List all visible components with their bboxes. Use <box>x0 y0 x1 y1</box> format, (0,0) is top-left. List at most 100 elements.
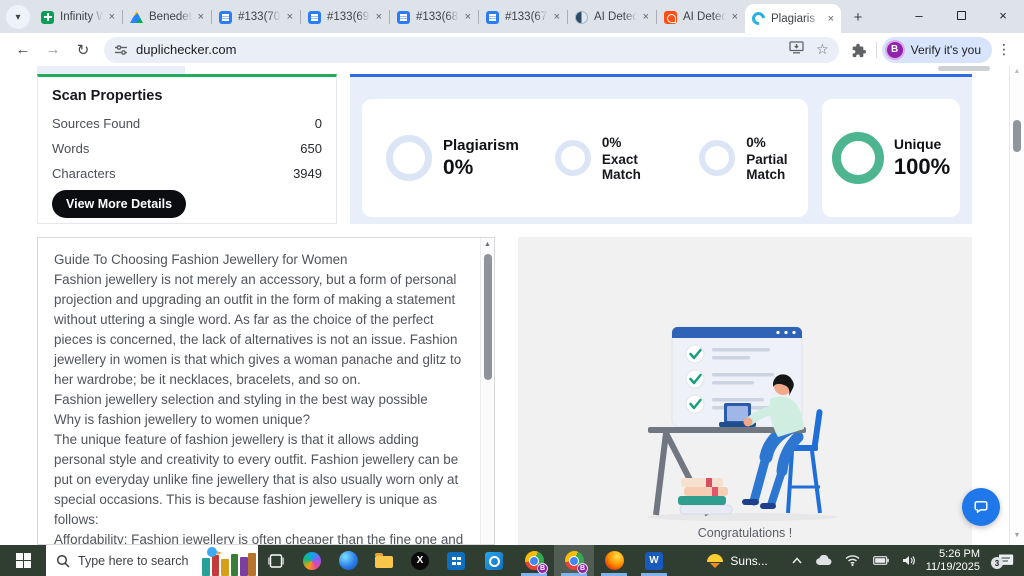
close-icon[interactable]: × <box>732 11 738 23</box>
view-more-details-button[interactable]: View More Details <box>52 190 186 218</box>
outlook-button[interactable] <box>474 545 514 576</box>
close-icon[interactable]: × <box>198 11 204 23</box>
ai-detector-icon <box>575 11 588 24</box>
word-button[interactable]: W <box>634 545 674 576</box>
unique-card: Unique 100% <box>822 99 960 217</box>
tab-doc-133-67[interactable]: #133(67 × <box>479 5 567 29</box>
back-button[interactable]: ← <box>8 36 38 64</box>
browser-menu-button[interactable]: ⋮ <box>992 41 1016 58</box>
battery-icon[interactable] <box>873 556 889 565</box>
article-text-panel[interactable]: Guide To Choosing Fashion Jewellery for … <box>37 237 495 545</box>
partial-match-metric: 0% Partial Match <box>699 135 808 182</box>
onedrive-cloud-icon[interactable] <box>815 555 832 566</box>
close-icon[interactable]: × <box>465 11 471 23</box>
new-tab-button[interactable]: + <box>845 4 871 30</box>
chat-bubble-icon <box>970 496 992 518</box>
unique-value: 100% <box>894 154 950 180</box>
close-window-button[interactable]: × <box>982 0 1024 30</box>
notification-center-button[interactable]: 3 <box>990 553 1020 568</box>
weather-widget[interactable]: Suns... <box>707 554 767 568</box>
chat-widget-button[interactable] <box>962 488 1000 526</box>
tab-plagiarism-active[interactable]: Plagiaris × <box>745 4 841 33</box>
tab-title: #133(67 <box>505 11 548 23</box>
taskbar-search-input[interactable]: Type here to search <box>46 545 258 576</box>
google-docs-icon <box>308 11 321 24</box>
tab-title: Benedet <box>149 11 192 23</box>
reload-button[interactable]: ↻ <box>68 36 98 64</box>
close-icon[interactable]: × <box>376 11 382 23</box>
extensions-icon[interactable] <box>845 42 871 58</box>
address-bar[interactable]: duplichecker.com ☆ <box>104 37 839 63</box>
tab-infinity[interactable]: Infinity W × <box>34 5 122 29</box>
minimize-button[interactable]: – <box>898 0 940 30</box>
tab-ai-detector-1[interactable]: AI Detec × <box>568 5 656 29</box>
task-view-button[interactable] <box>258 545 294 576</box>
profile-chip[interactable]: B Verify it's you <box>882 37 992 63</box>
page-content: Scan Properties Sources Found 0 Words 65… <box>0 66 1024 545</box>
scan-row-value: 650 <box>300 141 322 156</box>
install-icon[interactable] <box>789 40 804 59</box>
tab-benedet[interactable]: Benedet × <box>123 5 211 29</box>
firefox-button[interactable] <box>594 545 634 576</box>
chrome-profile2-button[interactable]: B <box>554 545 594 576</box>
tab-doc-133-68[interactable]: #133(68 × <box>390 5 478 29</box>
tab-strip: ▾ Infinity W × Benedet × #133(70 × #133(… <box>0 0 1024 33</box>
speaker-icon[interactable] <box>902 555 916 566</box>
site-settings-icon[interactable] <box>114 43 128 57</box>
start-button[interactable] <box>0 545 46 576</box>
scroll-up-icon[interactable]: ▲ <box>481 241 494 248</box>
windows-taskbar: Type here to search X B <box>0 545 1024 576</box>
microsoft-store-button[interactable] <box>438 545 474 576</box>
clock-time: 5:26 PM <box>926 548 980 561</box>
x-app-button[interactable]: X <box>402 545 438 576</box>
x-icon: X <box>411 552 429 570</box>
chrome-profile1-button[interactable]: B <box>514 545 554 576</box>
article-scrollbar[interactable]: ▲ <box>480 238 494 544</box>
article-scrollbar-thumb[interactable] <box>484 254 492 380</box>
page-scrollbar-thumb[interactable] <box>1013 120 1021 152</box>
tab-search-chevron-button[interactable]: ▾ <box>6 5 30 29</box>
weather-label: Suns... <box>730 554 767 568</box>
article-paragraph: The unique feature of fashion jewellery … <box>54 430 464 530</box>
tab-title: Plagiaris <box>771 13 822 25</box>
congratulations-text: Congratulations ! <box>518 526 972 540</box>
close-icon[interactable]: × <box>287 11 293 23</box>
tab-ai-detector-2[interactable]: AI Detec × <box>657 5 745 29</box>
store-icon <box>447 552 465 570</box>
scroll-down-icon[interactable]: ▼ <box>1010 532 1024 539</box>
maximize-button[interactable] <box>940 0 982 30</box>
copilot-button[interactable] <box>294 545 330 576</box>
bookmark-star-icon[interactable]: ☆ <box>816 41 829 58</box>
scan-row-label: Sources Found <box>52 116 140 131</box>
scan-properties-title: Scan Properties <box>52 88 322 104</box>
ai-detector-icon <box>664 11 677 24</box>
page-scrollbar[interactable]: ▲ ▼ <box>1009 66 1024 545</box>
tab-doc-133-70[interactable]: #133(70 × <box>212 5 300 29</box>
close-icon[interactable]: × <box>109 11 115 23</box>
close-icon[interactable]: × <box>643 11 649 23</box>
taskbar-clock[interactable]: 5:26 PM 11/19/2025 <box>926 548 980 574</box>
results-panel: Plagiarism 0% 0% Exact Match 0% Partia <box>350 74 972 224</box>
tab-title: #133(70 <box>238 11 281 23</box>
wifi-icon[interactable] <box>845 555 860 566</box>
browser-toolbar: ← → ↻ duplichecker.com ☆ B Verify it's y… <box>0 33 1024 66</box>
tray-chevron-up-icon[interactable] <box>792 557 802 564</box>
forward-button[interactable]: → <box>38 36 68 64</box>
file-explorer-button[interactable] <box>366 545 402 576</box>
tab-doc-133-69[interactable]: #133(69 × <box>301 5 389 29</box>
exact-match-label: Exact Match <box>602 152 659 182</box>
edge-button[interactable] <box>330 545 366 576</box>
exact-match-value: 0% <box>602 135 659 150</box>
sheets-icon <box>41 11 54 24</box>
close-icon[interactable]: × <box>554 11 560 23</box>
google-drive-icon <box>130 11 143 23</box>
search-icon <box>56 554 70 568</box>
scan-row-words: Words 650 <box>52 136 322 161</box>
plagiarism-label: Plagiarism <box>443 137 519 154</box>
scan-row-value: 3949 <box>293 166 322 181</box>
close-icon[interactable]: × <box>828 13 834 25</box>
scan-row-sources: Sources Found 0 <box>52 111 322 136</box>
success-illustration <box>620 309 870 524</box>
url-text[interactable]: duplichecker.com <box>136 42 789 57</box>
scroll-up-icon[interactable]: ▲ <box>1010 68 1024 75</box>
